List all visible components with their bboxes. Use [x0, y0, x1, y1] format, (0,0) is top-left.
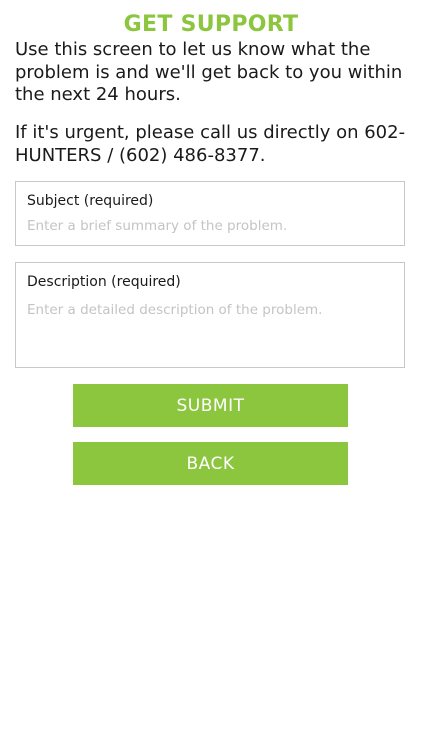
description-input[interactable] — [27, 301, 392, 361]
urgent-contact-text: If it's urgent, please call us directly … — [15, 122, 406, 166]
subject-label: Subject (required) — [27, 193, 154, 209]
page-title: GET SUPPORT — [123, 12, 299, 37]
intro-text: Use this screen to let us know what the … — [15, 39, 403, 105]
back-button[interactable]: BACK — [73, 442, 348, 485]
subject-input[interactable] — [27, 216, 392, 236]
description-field[interactable]: Description (required) — [15, 262, 405, 368]
subject-field[interactable]: Subject (required) — [15, 181, 405, 246]
description-label: Description (required) — [27, 274, 181, 290]
support-screen: GET SUPPORT Use this screen to let us kn… — [0, 0, 422, 750]
submit-button[interactable]: SUBMIT — [73, 384, 348, 427]
